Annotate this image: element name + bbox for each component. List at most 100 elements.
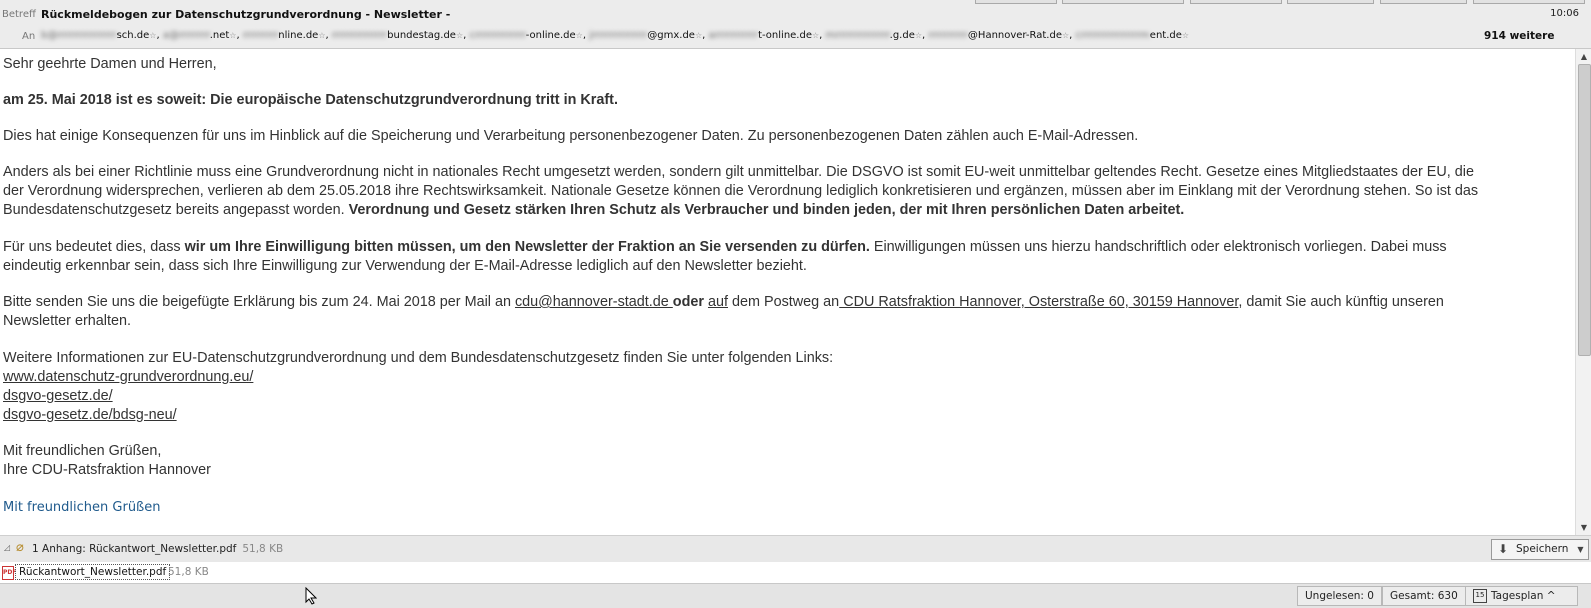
- recipient[interactable]: rrrrrrrrrnline.de☆: [243, 30, 326, 41]
- recipient-local: rrrrrrrrr: [242, 30, 279, 41]
- recipient-domain: ent.de: [1149, 30, 1182, 41]
- more-recipients-link[interactable]: 914 weitere: [1484, 30, 1554, 42]
- recipient[interactable]: crrrrrrrrrrrrrrrment.de☆: [1076, 30, 1190, 41]
- save-button[interactable]: ⬇ Speichern: [1491, 539, 1575, 560]
- recipient-domain: -online.de: [525, 30, 576, 41]
- save-dropdown-icon[interactable]: ▼: [1573, 539, 1589, 560]
- star-icon[interactable]: ☆: [318, 31, 325, 40]
- recipient-local: rrrrrrrrrrrrrr: [331, 30, 388, 41]
- recipient-local: a@rrrrrrrr: [162, 30, 210, 41]
- p4-text-a: Für uns bedeutet dies, dass: [3, 239, 185, 255]
- recipient-domain: .net: [209, 30, 230, 41]
- total-count: Gesamt: 630: [1382, 586, 1466, 606]
- p4-bold: wir um Ihre Einwilligung bitten müssen, …: [184, 239, 870, 255]
- save-icon: ⬇: [1498, 542, 1509, 556]
- closing-line-1: Mit freundlichen Grüßen,: [3, 443, 162, 459]
- attachment-file[interactable]: Rückantwort_Newsletter.pdf: [15, 564, 171, 580]
- scroll-thumb[interactable]: [1578, 64, 1591, 356]
- p3-text: Bundesdatenschutzgesetz bereits angepass…: [3, 202, 349, 218]
- recipient[interactable]: mrrrrrrrrrrrrrr.g.de☆: [826, 30, 923, 41]
- attachment-summary[interactable]: 1 Anhang: Rückantwort_Newsletter.pdf 51,8…: [32, 543, 283, 555]
- link-datenschutz[interactable]: www.datenschutz-grundverordnung.eu/: [3, 368, 253, 387]
- attachment-bar: ◿ ⌀ 1 Anhang: Rückantwort_Newsletter.pdf…: [0, 535, 1591, 563]
- calendar-icon: 15: [1473, 589, 1487, 603]
- recipient-local: rrrrrrrrrr: [928, 30, 968, 41]
- recipient-domain: t-online.de: [758, 30, 812, 41]
- subject-row: Betreff Rückmeldebogen zur Datenschutzgr…: [0, 7, 1591, 23]
- scroll-up-icon[interactable]: ▲: [1577, 50, 1591, 63]
- recipient-domain: .g.de: [889, 30, 915, 41]
- paragraph-3-line-2: der Verordnung widersprechen, verlieren …: [3, 183, 1479, 199]
- p3-bold: Verordnung und Gesetz stärken Ihren Schu…: [348, 202, 1185, 218]
- recipient-local: jrrrrrrrrrrrrrr: [589, 30, 648, 41]
- recipient-domain: @gmx.de: [647, 30, 695, 41]
- header-toolbar-edge: [0, 0, 1591, 4]
- paragraph-1: am 25. Mai 2018 ist es soweit: Die europ…: [3, 91, 618, 110]
- greeting: Sehr geehrte Damen und Herren,: [3, 56, 217, 72]
- closing-line-2: Ihre CDU-Ratsfraktion Hannover: [3, 462, 211, 478]
- today-pane-label: Tagesplan: [1491, 590, 1544, 602]
- toolbar-button[interactable]: [1473, 0, 1585, 4]
- address-link[interactable]: CDU Ratsfraktion Hannover, Osterstraße 6…: [839, 294, 1238, 310]
- star-icon[interactable]: ☆: [1182, 31, 1189, 40]
- p5-text-a: Bitte senden Sie uns die beigefügte Erkl…: [3, 294, 515, 310]
- recipient[interactable]: b@rrrrrrrrrrrrrrrsch.de☆: [41, 30, 156, 41]
- today-pane-toggle[interactable]: 15 Tagesplan ^: [1465, 586, 1578, 606]
- status-bar: Ungelesen: 0 Gesamt: 630 15 Tagesplan ^: [0, 583, 1591, 608]
- recipient-local: mrrrrrrrrrrrrrr: [825, 30, 890, 41]
- chevron-up-icon: ^: [1546, 590, 1556, 602]
- recipient-local: crrrrrrrrrrrrrrrm: [1075, 30, 1150, 41]
- paragraph-3-line-1: Anders als bei einer Richtlinie muss ein…: [3, 164, 1474, 180]
- toolbar-button[interactable]: [1380, 0, 1467, 4]
- collapse-triangle-icon[interactable]: ◿: [4, 543, 10, 552]
- message-time: 10:06: [1550, 8, 1579, 19]
- attachment-list: PDF Rückantwort_Newsletter.pdf 51,8 KB: [0, 562, 1591, 583]
- auf-link[interactable]: auf: [708, 294, 728, 310]
- link-text[interactable]: www.datenschutz-grundverordnung.eu/: [3, 369, 253, 385]
- link-bdsg[interactable]: dsgvo-gesetz.de/bdsg-neu/: [3, 406, 177, 425]
- paragraph-2: Dies hat einige Konsequenzen für uns im …: [3, 128, 1139, 144]
- to-label: An: [22, 31, 36, 42]
- message-body: Sehr geehrte Damen und Herren, am 25. Ma…: [0, 49, 1575, 535]
- scroll-down-icon[interactable]: ▼: [1577, 521, 1591, 534]
- link-text[interactable]: dsgvo-gesetz.de/bdsg-neu/: [3, 407, 177, 423]
- recipient-domain: nline.de: [278, 30, 319, 41]
- paragraph-5-line-1: Bitte senden Sie uns die beigefügte Erkl…: [3, 293, 1444, 312]
- link-text[interactable]: dsgvo-gesetz.de/: [3, 388, 113, 404]
- paperclip-icon: ⌀: [16, 540, 24, 555]
- recipient-local: arrrrrrrrrrr: [708, 30, 759, 41]
- recipient[interactable]: rrrrrrrrrrrrrrbundestag.de☆: [332, 30, 463, 41]
- recipient-domain: bundestag.de: [387, 30, 456, 41]
- unread-count: Ungelesen: 0: [1297, 586, 1382, 606]
- paragraph-4-line-2: eindeutig erkennbar sein, dass sich Ihre…: [3, 258, 807, 274]
- toolbar-button[interactable]: [975, 0, 1057, 4]
- toolbar-button[interactable]: [1287, 0, 1374, 4]
- pdf-icon: PDF: [2, 566, 16, 580]
- star-icon[interactable]: ☆: [576, 31, 583, 40]
- recipient[interactable]: crrrrrrrrrrrrr-online.de☆: [469, 30, 582, 41]
- p5-text-b: dem Postweg an: [728, 294, 840, 310]
- paragraph-6: Weitere Informationen zur EU-Datenschutz…: [3, 350, 834, 366]
- link-dsgvo[interactable]: dsgvo-gesetz.de/: [3, 387, 113, 406]
- recipient[interactable]: arrrrrrrrrrrt-online.de☆: [708, 30, 819, 41]
- paragraph-4-line-1: Für uns bedeutet dies, dass wir um Ihre …: [3, 238, 1447, 257]
- recipient-domain: @Hannover-Rat.de: [967, 30, 1062, 41]
- recipient[interactable]: a@rrrrrrrr.net☆: [163, 30, 237, 41]
- recipient[interactable]: jrrrrrrrrrrrrrr@gmx.de☆: [589, 30, 702, 41]
- recipient-list[interactable]: b@rrrrrrrrrrrrrrrsch.de☆, a@rrrrrrrr.net…: [41, 30, 1189, 41]
- subject-text: Rückmeldebogen zur Datenschutzgrundveror…: [41, 8, 451, 21]
- recipients-row: An b@rrrrrrrrrrrrrrrsch.de☆, a@rrrrrrrr.…: [0, 29, 1591, 45]
- email-link[interactable]: cdu@hannover-stadt.de: [515, 294, 673, 310]
- vertical-scrollbar[interactable]: ▲ ▼: [1575, 49, 1591, 535]
- p4-text-c: Einwilligungen müssen uns hierzu handsch…: [869, 239, 1447, 255]
- toolbar-button[interactable]: [1062, 0, 1184, 4]
- signature: Mit freundlichen Grüßen: [3, 500, 161, 515]
- toolbar-button[interactable]: [1190, 0, 1282, 4]
- p5-text-c: , damit Sie auch künftig unseren: [1238, 294, 1444, 310]
- p5-oder: oder: [672, 294, 704, 310]
- star-icon[interactable]: ☆: [915, 31, 922, 40]
- recipient[interactable]: rrrrrrrrrr@Hannover-Rat.de☆: [928, 30, 1069, 41]
- recipient-local: b@rrrrrrrrrrrrrrr: [41, 30, 117, 41]
- subject-label: Betreff: [2, 9, 36, 20]
- paragraph-5-line-2: Newsletter erhalten.: [3, 313, 131, 329]
